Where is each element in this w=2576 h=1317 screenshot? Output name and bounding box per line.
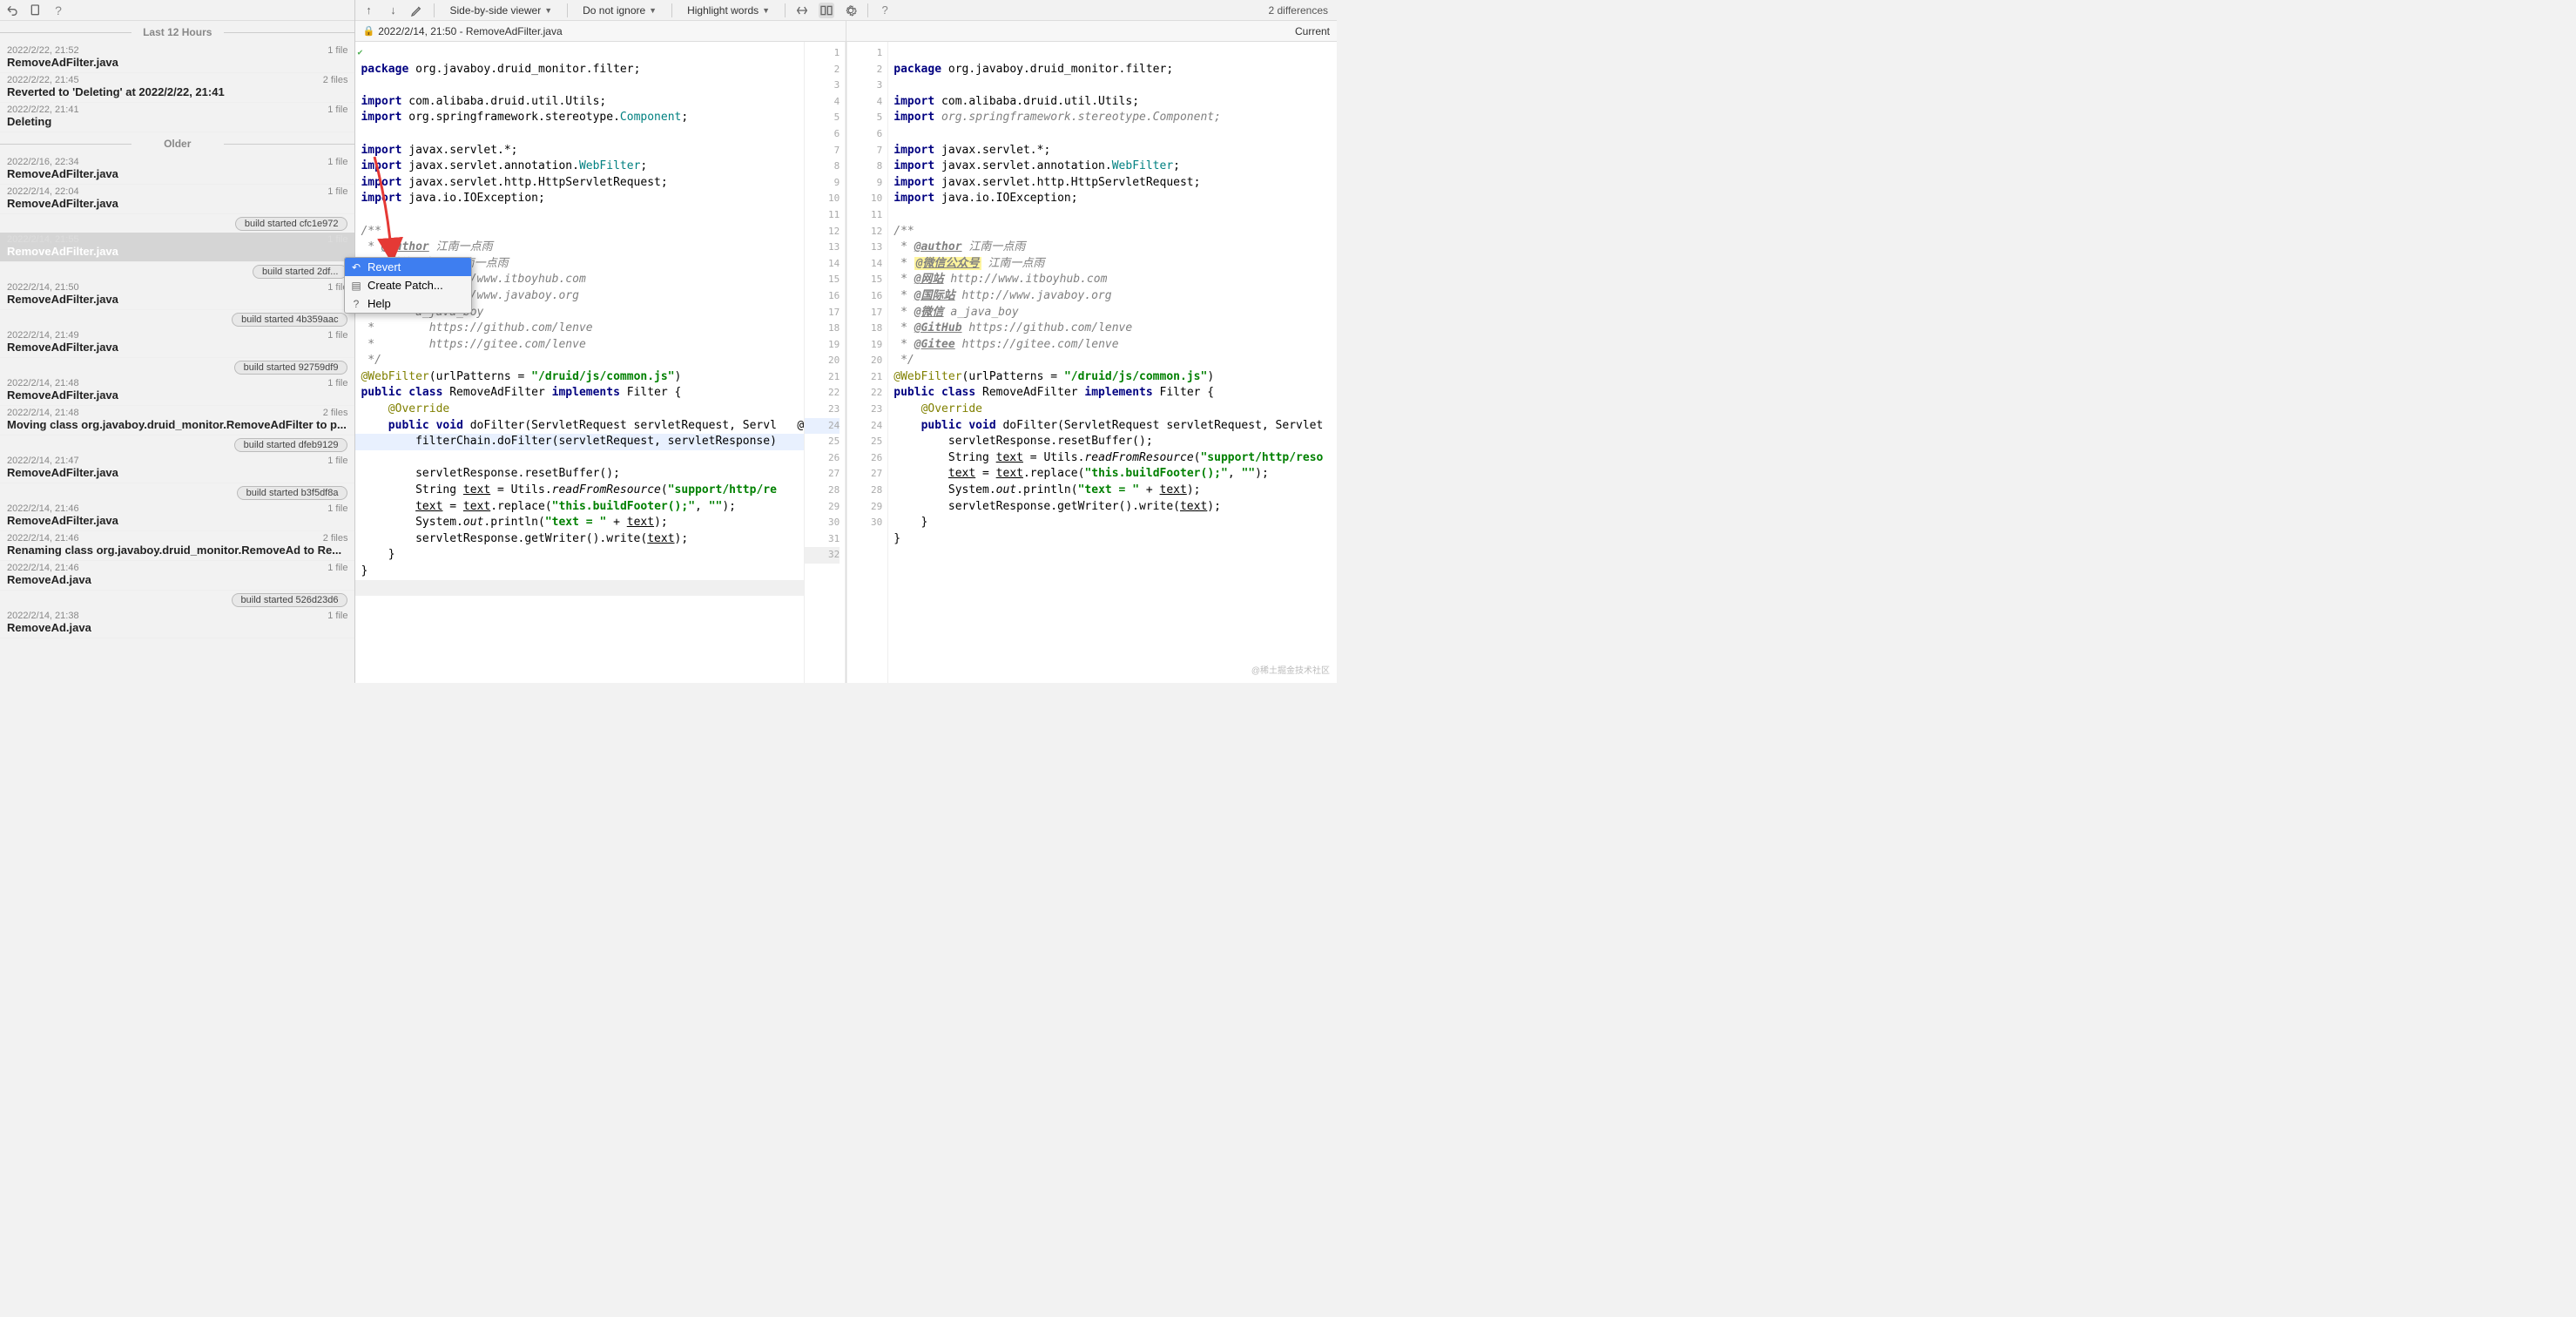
build-tag-row: build started cfc1e972 xyxy=(0,214,354,233)
undo-icon[interactable] xyxy=(5,3,21,18)
editor-area: ✔ package org.javaboy.druid_monitor.filte… xyxy=(355,42,1337,683)
right-code[interactable]: package org.javaboy.druid_monitor.filter… xyxy=(888,42,1337,683)
left-pane[interactable]: ✔package org.javaboy.druid_monitor.filte… xyxy=(355,42,846,683)
history-entry[interactable]: 2022/2/14, 21:47 1 file RemoveAdFilter.j… xyxy=(0,454,354,483)
ignore-dropdown[interactable]: Do not ignore▼ xyxy=(577,2,663,19)
left-code[interactable]: ✔package org.javaboy.druid_monitor.filte… xyxy=(355,42,804,683)
edit-icon[interactable] xyxy=(409,3,425,18)
build-tag: build started 2df... xyxy=(253,265,347,279)
history-entry[interactable]: 2022/2/14, 21:48 1 file RemoveAdFilter.j… xyxy=(0,376,354,406)
diff-count: 2 differences xyxy=(1269,4,1329,17)
watermark: @稀土掘金技术社区 xyxy=(1251,663,1330,676)
diff-toolbar: ↑ ↓ Side-by-side viewer▼ Do not ignore▼ … xyxy=(355,0,1337,21)
help-icon[interactable]: ? xyxy=(877,3,893,18)
entry-title: RemoveAdFilter.java xyxy=(7,56,347,69)
diff-main: ↑ ↓ Side-by-side viewer▼ Do not ignore▼ … xyxy=(355,0,1337,683)
divider-last12: Last 12 Hours xyxy=(0,21,354,44)
undo-icon: ↶ xyxy=(350,261,362,274)
highlight-dropdown[interactable]: Highlight words▼ xyxy=(681,2,776,19)
history-entry[interactable]: 2022/2/14, 21:50 1 file RemoveAdFilter.j… xyxy=(0,280,354,310)
history-entry[interactable]: 2022/2/14, 21:49 1 file RemoveAdFilter.j… xyxy=(0,328,354,358)
build-tag: build started dfeb9129 xyxy=(234,438,348,452)
history-entry[interactable]: 2022/2/22, 21:52 1 file RemoveAdFilter.j… xyxy=(0,44,354,73)
ctx-revert[interactable]: ↶ Revert xyxy=(345,258,471,276)
history-entry[interactable]: 2022/2/22, 21:45 2 files Reverted to 'De… xyxy=(0,73,354,103)
build-tag: build started b3f5df8a xyxy=(237,486,348,500)
history-entry[interactable]: 2022/2/14, 21:38 1 file RemoveAd.java xyxy=(0,609,354,638)
build-tag: build started cfc1e972 xyxy=(235,217,348,231)
patch-icon[interactable] xyxy=(28,3,44,18)
right-pane[interactable]: 1234567891011121314151617181920212223242… xyxy=(846,42,1337,683)
history-entry[interactable]: 2022/2/14, 21:46 1 file RemoveAd.java xyxy=(0,561,354,591)
history-sidebar: ? Last 12 Hours 2022/2/22, 21:52 1 file … xyxy=(0,0,355,683)
history-entry[interactable]: 2022/2/14, 21:46 1 file RemoveAdFilter.j… xyxy=(0,502,354,531)
history-entry[interactable]: 2022/2/22, 21:41 1 file Deleting xyxy=(0,103,354,132)
diff-header-right: Current xyxy=(846,21,1337,41)
help-icon[interactable]: ? xyxy=(51,3,66,18)
history-entry[interactable]: 2022/2/14, 21:48 2 files Moving class or… xyxy=(0,406,354,436)
gear-icon[interactable] xyxy=(843,3,859,18)
entry-filecount: 1 file xyxy=(327,45,347,56)
prev-diff-icon[interactable]: ↑ xyxy=(361,3,376,18)
build-tag: build started 4b359aac xyxy=(232,313,347,327)
left-gutter: 1234567891011121314151617181920212223242… xyxy=(804,42,846,683)
view-mode-dropdown[interactable]: Side-by-side viewer▼ xyxy=(443,2,558,19)
check-icon: ✔ xyxy=(357,45,362,62)
diff-header: 🔒2022/2/14, 21:50 - RemoveAdFilter.java … xyxy=(355,21,1337,42)
history-entry[interactable]: 2022/2/16, 22:34 1 file RemoveAdFilter.j… xyxy=(0,155,354,185)
ctx-create-patch[interactable]: ▤ Create Patch... xyxy=(345,276,471,294)
ctx-help[interactable]: ? Help xyxy=(345,294,471,313)
next-diff-icon[interactable]: ↓ xyxy=(385,3,401,18)
build-tag: build started 526d23d6 xyxy=(232,593,348,607)
history-list[interactable]: Last 12 Hours 2022/2/22, 21:52 1 file Re… xyxy=(0,21,354,683)
sidebar-toolbar: ? xyxy=(0,0,354,21)
collapse-icon[interactable] xyxy=(794,3,810,18)
lock-icon: 🔒 xyxy=(362,25,374,37)
history-entry[interactable]: 2022/2/14, 21:46 2 files Renaming class … xyxy=(0,531,354,561)
diff-header-left: 🔒2022/2/14, 21:50 - RemoveAdFilter.java xyxy=(355,21,846,41)
sync-scroll-icon[interactable] xyxy=(819,3,834,18)
entry-timestamp: 2022/2/22, 21:52 xyxy=(7,45,347,56)
history-entry-selected[interactable]: 2022/2/14, 21:55 1 file RemoveAdFilter.j… xyxy=(0,233,354,262)
divider-older: Older xyxy=(0,132,354,155)
patch-icon: ▤ xyxy=(350,280,362,292)
history-entry[interactable]: 2022/2/14, 22:04 1 file RemoveAdFilter.j… xyxy=(0,185,354,214)
context-menu: ↶ Revert ▤ Create Patch... ? Help xyxy=(344,257,472,314)
help-icon: ? xyxy=(350,298,362,310)
build-tag: build started 92759df9 xyxy=(234,361,348,375)
right-gutter: 1234567891011121314151617181920212223242… xyxy=(846,42,888,683)
